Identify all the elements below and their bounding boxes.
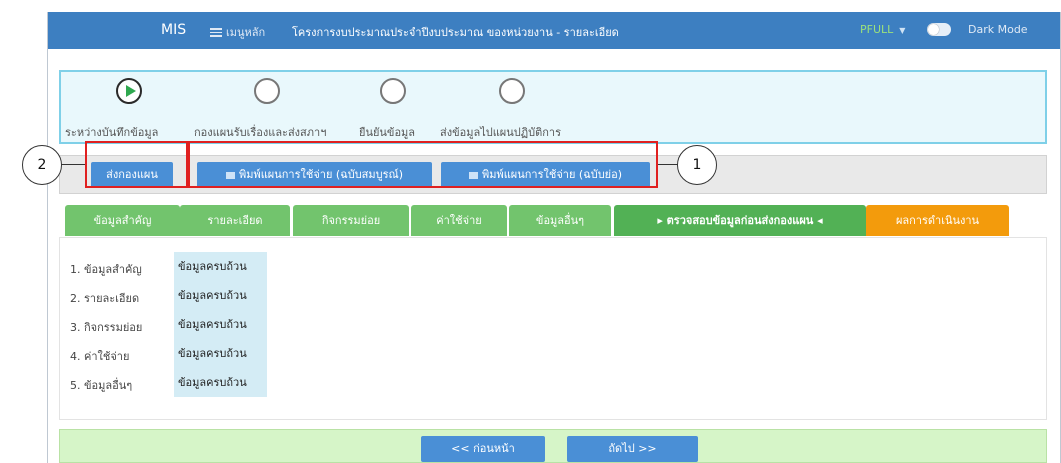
- caret-down-icon: ▼: [899, 26, 906, 35]
- callout-badge-1: 1: [677, 145, 717, 185]
- step-circle-icon: [380, 78, 406, 104]
- highlight-box-send: [85, 141, 188, 188]
- tab-subactivities[interactable]: กิจกรรมย่อย: [293, 205, 409, 236]
- status-badge: ข้อมูลครบถ้วน: [174, 339, 267, 368]
- checklist-label: 3. กิจกรรมย่อย: [70, 321, 143, 334]
- step-circle-icon: [499, 78, 525, 104]
- callout-leader-2: [60, 164, 85, 165]
- user-name: PFULL: [860, 23, 894, 36]
- brand-logo[interactable]: MIS: [161, 22, 186, 38]
- checklist-label: 5. ข้อมูลอื่นๆ: [70, 379, 133, 392]
- previous-button[interactable]: << ก่อนหน้า: [421, 436, 545, 462]
- status-badge: ข้อมูลครบถ้วน: [174, 368, 267, 397]
- workflow-steps: ระหว่างบันทึกข้อมูล กองแผนรับเรื่องและส่…: [59, 70, 1047, 144]
- callout-badge-2: 2: [22, 145, 62, 185]
- dark-mode-toggle[interactable]: [927, 23, 951, 36]
- tab-pre-submission-check[interactable]: ▸ ตรวจสอบข้อมูลก่อนส่งกองแผน ◂: [614, 205, 866, 236]
- status-badge: ข้อมูลครบถ้วน: [174, 310, 267, 339]
- pagination-bar: << ก่อนหน้า ถัดไป >>: [59, 429, 1047, 463]
- step-circle-icon: [254, 78, 280, 104]
- next-button[interactable]: ถัดไป >>: [567, 436, 698, 462]
- step-label-recording: ระหว่างบันทึกข้อมูล: [65, 126, 159, 139]
- tab-results[interactable]: ผลการดำเนินงาน: [866, 205, 1009, 236]
- status-badge: ข้อมูลครบถ้วน: [174, 252, 267, 281]
- tab-key-info[interactable]: ข้อมูลสำคัญ: [65, 205, 180, 236]
- user-menu[interactable]: PFULL ▼: [860, 23, 905, 36]
- step-label-confirm: ยืนยันข้อมูล: [359, 126, 416, 139]
- status-badge: ข้อมูลครบถ้วน: [174, 281, 267, 310]
- play-circle-icon: [116, 78, 142, 104]
- tab-details[interactable]: รายละเอียด: [180, 205, 290, 236]
- tab-other-info[interactable]: ข้อมูลอื่นๆ: [509, 205, 611, 236]
- checklist-label: 1. ข้อมูลสำคัญ: [70, 263, 142, 276]
- main-menu-button[interactable]: เมนูหลัก: [210, 23, 265, 41]
- callout-leader-1: [658, 164, 678, 165]
- checklist-label: 4. ค่าใช้จ่าย: [70, 350, 130, 363]
- checklist-panel: 1. ข้อมูลสำคัญ ข้อมูลครบถ้วน 2. รายละเอี…: [59, 237, 1047, 420]
- hamburger-icon: [210, 27, 222, 37]
- dark-mode-label: Dark Mode: [968, 23, 1028, 36]
- main-menu-label: เมนูหลัก: [226, 26, 266, 39]
- app-frame: MIS เมนูหลัก โครงการงบประมาณประจำปีงบประ…: [47, 12, 1061, 463]
- highlight-box-print: [188, 141, 658, 188]
- page-title: โครงการงบประมาณประจำปีงบประมาณ ของหน่วยง…: [292, 26, 619, 39]
- step-label-planning: กองแผนรับเรื่องและส่งสภาฯ: [194, 126, 327, 139]
- step-label-send-plan: ส่งข้อมูลไปแผนปฏิบัติการ: [440, 126, 562, 139]
- top-navbar: MIS เมนูหลัก โครงการงบประมาณประจำปีงบประ…: [48, 12, 1060, 49]
- checklist-label: 2. รายละเอียด: [70, 292, 140, 305]
- tab-expenses[interactable]: ค่าใช้จ่าย: [411, 205, 507, 236]
